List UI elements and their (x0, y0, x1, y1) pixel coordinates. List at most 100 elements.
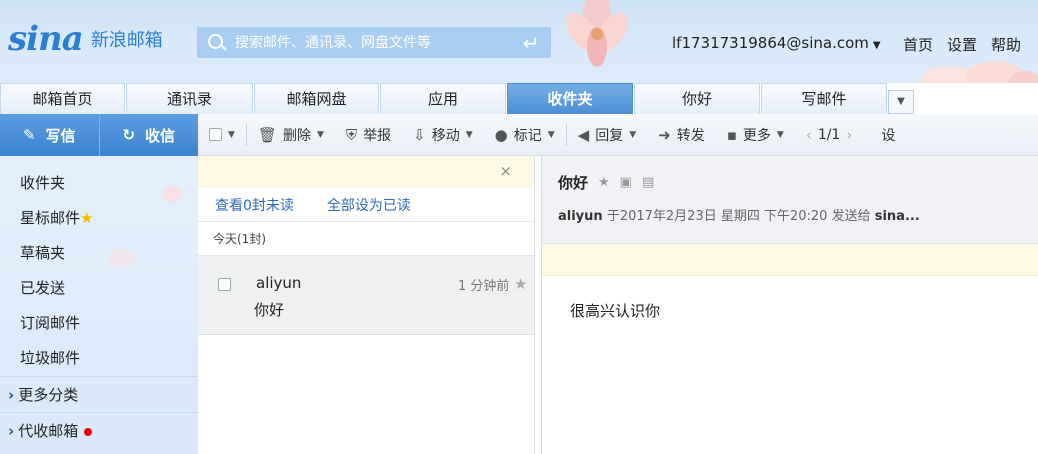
tab-more-button[interactable]: ▼ (888, 90, 914, 114)
home-link[interactable]: 首页 (903, 34, 933, 55)
compose-label: 写信 (45, 126, 76, 145)
chevron-down-icon: ▼ (776, 129, 784, 140)
sidebar-item-starred[interactable]: 星标邮件★ (0, 201, 198, 236)
tag-icon: ● (494, 125, 508, 144)
reply-icon: ◀ (577, 125, 590, 144)
settings-link[interactable]: 设置 (947, 34, 977, 55)
tab-inbox[interactable]: 收件夹 (507, 83, 633, 114)
list-actions: 查看0封未读 全部设为已读 (198, 188, 534, 222)
sidebar-item-inbox[interactable]: 收件夹 (0, 166, 198, 201)
header: sina 新浪邮箱 ↵ lf17317319864@sina.com▼ 首页 设… (0, 0, 1038, 83)
receive-button[interactable]: ↻ 收信 (98, 114, 199, 156)
print-icon[interactable]: ▤ (642, 175, 654, 190)
select-all-checkbox[interactable] (209, 128, 222, 141)
tab-compose[interactable]: 写邮件 (761, 83, 887, 114)
message-header: 你好 ★ ▣ ▤ aliyun 于2017年2月23日 星期四 下午20:20 … (542, 156, 1038, 244)
star-icon: ★ (80, 209, 94, 227)
forward-button[interactable]: ➜ 转发 (647, 114, 716, 156)
search-icon[interactable] (197, 27, 235, 58)
notification-dot (84, 427, 93, 436)
edit-icon: ✎ (22, 126, 36, 144)
help-link[interactable]: 帮助 (991, 34, 1021, 55)
chevron-down-icon: ▼ (872, 40, 881, 51)
recipient-name[interactable]: sina... (875, 209, 920, 224)
sidebar-item-label: 订阅邮件 (20, 314, 81, 332)
message-checkbox[interactable] (218, 278, 231, 291)
chevron-down-icon: ▼ (629, 129, 637, 140)
sidebar-item-drafts[interactable]: 草稿夹 (0, 236, 198, 271)
view-unread-link[interactable]: 查看0封未读 (215, 195, 294, 215)
primary-actions: ✎ 写信 ↻ 收信 (0, 114, 198, 156)
search-input[interactable] (235, 34, 511, 51)
top-links: 首页 设置 帮助 (903, 34, 1021, 55)
forward-label: 转发 (676, 127, 705, 144)
reply-button[interactable]: ◀ 回复 ▼ (567, 114, 647, 156)
receive-label: 收信 (145, 126, 176, 145)
notice-bar (542, 244, 1038, 276)
tab-netdisk[interactable]: 邮箱网盘 (254, 83, 379, 114)
tab-apps[interactable]: 应用 (380, 83, 506, 114)
next-page-icon[interactable]: › (846, 126, 852, 144)
page-indicator: 1/1 (817, 126, 841, 143)
tab-message-nihao[interactable]: 你好 (634, 83, 760, 114)
list-item[interactable]: aliyun 你好 1 分钟前 ★ (198, 256, 534, 335)
folder-sidebar: 收件夹 星标邮件★ 草稿夹 已发送 订阅邮件 垃圾邮件 › 更多分类 › 代收邮箱 (0, 156, 198, 454)
move-button[interactable]: ⇩ 移动 ▼ (402, 114, 484, 156)
message-time: 1 分钟前 (458, 279, 510, 294)
shield-icon: ⛨ (345, 125, 358, 144)
trash-icon: 🗑 (257, 125, 277, 144)
more-label: 更多 (742, 127, 771, 144)
star-icon[interactable]: ★ (514, 275, 527, 293)
account-menu[interactable]: lf17317319864@sina.com ▼ (672, 34, 881, 52)
prev-page-icon[interactable]: ‹ (806, 126, 812, 144)
report-button[interactable]: ⛨ 举报 (335, 114, 402, 156)
mail-toolbar: ▼ 🗑 删除 ▼ ⛨ 举报 ⇩ 移动 ▼ ● 标记 ▼ ◀ 回复 ▼ ➜ 转发 … (198, 114, 1038, 156)
sidebar-group-external-mail[interactable]: › 代收邮箱 (0, 412, 198, 448)
flower-decoration (920, 61, 1038, 83)
tab-mail-home[interactable]: 邮箱首页 (0, 83, 125, 114)
sidebar-group-label: 更多分类 (18, 386, 79, 404)
more-icon: ▪ (726, 125, 737, 144)
pager: ‹ 1/1 › (795, 114, 864, 156)
chevron-down-icon: ▼ (547, 129, 555, 140)
delete-button[interactable]: 🗑 删除 ▼ (247, 114, 335, 156)
search-box[interactable]: ↵ (197, 27, 551, 58)
sidebar-item-spam[interactable]: 垃圾邮件 (0, 341, 198, 376)
logo-text: sina (8, 19, 84, 59)
sidebar-group-more-categories[interactable]: › 更多分类 (0, 376, 198, 412)
chevron-down-icon: ▼ (228, 129, 235, 140)
chevron-down-icon: ▼ (316, 129, 324, 140)
sidebar-item-label: 垃圾邮件 (20, 349, 81, 367)
select-all-dropdown[interactable]: ▼ (198, 114, 246, 156)
message-subject: 你好 (254, 301, 285, 319)
image-icon[interactable]: ▣ (620, 175, 632, 190)
compose-button[interactable]: ✎ 写信 (0, 114, 99, 156)
sender-name[interactable]: aliyun (558, 209, 603, 224)
report-label: 举报 (363, 127, 392, 144)
mark-button[interactable]: ● 标记 ▼ (484, 114, 566, 156)
sidebar-item-sent[interactable]: 已发送 (0, 271, 198, 306)
star-icon[interactable]: ★ (598, 175, 610, 190)
settings-button[interactable]: 设 (863, 114, 906, 156)
settings-label: 设 (881, 127, 896, 144)
close-icon[interactable]: × (499, 162, 512, 180)
message-title: 你好 ★ ▣ ▤ (558, 172, 654, 193)
message-meta: aliyun 于2017年2月23日 星期四 下午20:20 发送给 sina.… (558, 205, 920, 224)
enter-icon[interactable]: ↵ (511, 31, 551, 55)
mark-all-read-link[interactable]: 全部设为已读 (327, 195, 411, 215)
forward-icon: ➜ (658, 125, 671, 144)
tab-contacts[interactable]: 通讯录 (126, 83, 253, 114)
sina-logo[interactable]: sina 新浪邮箱 (8, 14, 163, 64)
date-group-header: 今天(1封) (198, 222, 534, 256)
sidebar-item-label: 已发送 (20, 279, 66, 297)
reply-label: 回复 (595, 127, 624, 144)
account-email: lf17317319864@sina.com (672, 34, 869, 52)
chevron-down-icon: ▼ (465, 129, 473, 140)
message-list: × 查看0封未读 全部设为已读 今天(1封) aliyun 你好 1 分钟前 ★ (198, 156, 535, 454)
chevron-right-icon: › (8, 422, 15, 440)
tab-bar: 邮箱首页 通讯录 邮箱网盘 应用 收件夹 你好 写邮件 ▼ (0, 83, 1038, 114)
more-button[interactable]: ▪ 更多 ▼ (716, 114, 795, 156)
sidebar-item-subscriptions[interactable]: 订阅邮件 (0, 306, 198, 341)
logo-subtitle: 新浪邮箱 (90, 30, 163, 51)
move-icon: ⇩ (413, 125, 426, 144)
